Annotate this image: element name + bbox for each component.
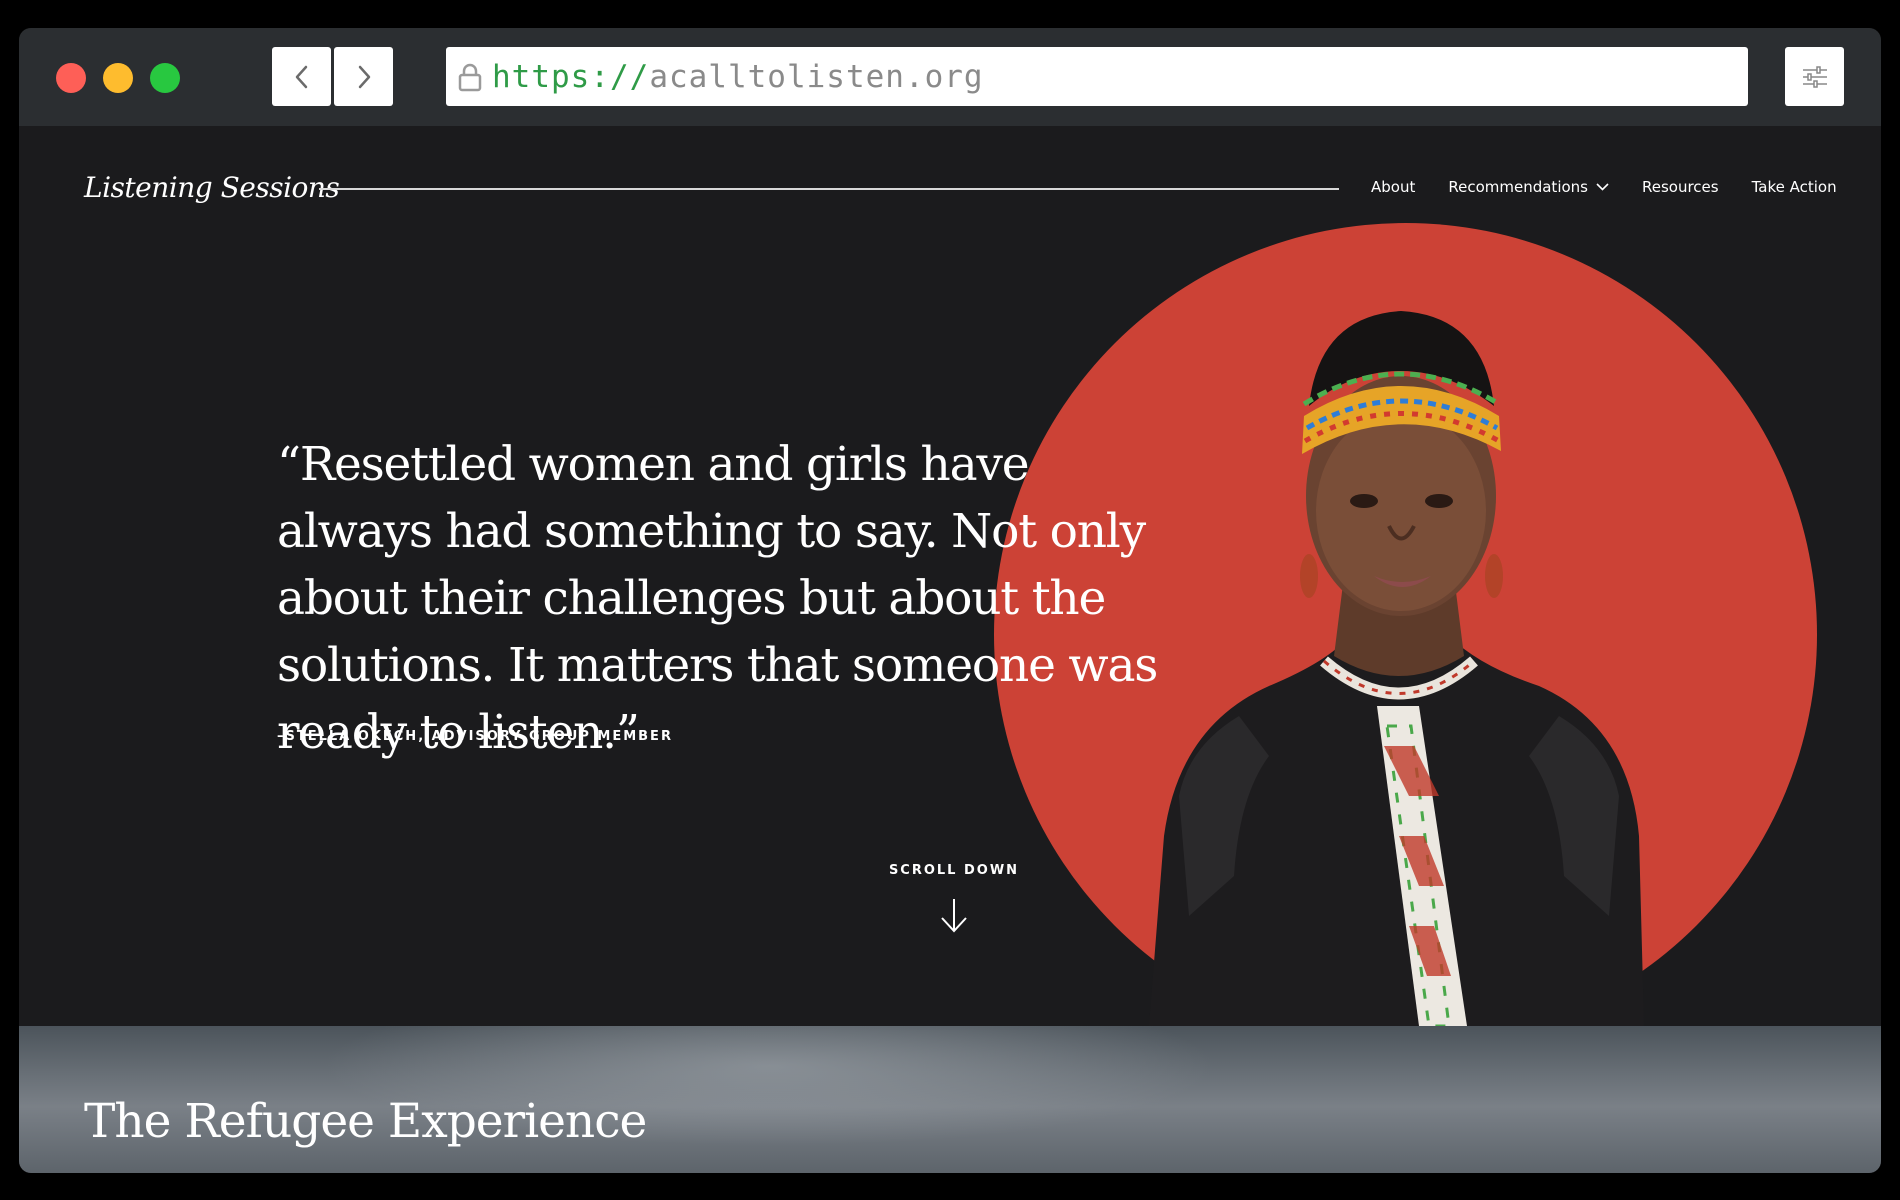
- main-nav: About Recommendations Resources Take Act…: [1371, 178, 1837, 196]
- web-page: Listening Sessions About Recommendations…: [19, 126, 1881, 1173]
- nav-item-label: Resources: [1641, 178, 1719, 196]
- quote-attribution: –STELLA OKECH, ADVISORY GROUP MEMBER: [277, 729, 673, 744]
- browser-window: https://acalltolisten.org Listening Sess…: [19, 28, 1881, 1173]
- header-divider: [319, 188, 1339, 190]
- close-window-button[interactable]: [56, 63, 86, 93]
- lock-icon: [456, 61, 484, 93]
- nav-item-recommendations[interactable]: Recommendations: [1448, 178, 1609, 196]
- minimize-window-button[interactable]: [103, 63, 133, 93]
- back-button[interactable]: [272, 47, 331, 106]
- hero-quote: “Resettled women and girls have always h…: [277, 437, 1158, 760]
- chevron-right-icon: [358, 65, 370, 88]
- portrait-image: [1149, 311, 1644, 1026]
- scroll-down-label[interactable]: SCROLL DOWN: [849, 863, 1059, 878]
- nav-item-take-action[interactable]: Take Action: [1752, 178, 1837, 196]
- address-bar[interactable]: https://acalltolisten.org: [446, 47, 1748, 106]
- section-title: The Refugee Experience: [84, 1094, 647, 1149]
- nav-item-label: Recommendations: [1448, 178, 1588, 196]
- url-host: acalltolisten.org: [649, 58, 984, 95]
- browser-toolbar: https://acalltolisten.org: [19, 28, 1881, 126]
- sliders-icon: [1802, 65, 1827, 88]
- hero-section: Listening Sessions About Recommendations…: [19, 126, 1881, 1026]
- url-scheme: https://: [492, 58, 650, 95]
- maximize-window-button[interactable]: [150, 63, 180, 93]
- nav-item-resources[interactable]: Resources: [1642, 178, 1719, 196]
- refugee-experience-section: The Refugee Experience: [19, 1026, 1881, 1173]
- arrow-down-icon[interactable]: [937, 896, 971, 936]
- nav-item-label: Take Action: [1751, 178, 1837, 196]
- site-logo[interactable]: Listening Sessions: [84, 171, 340, 204]
- nav-item-label: About: [1371, 178, 1416, 196]
- chevron-down-icon: [1596, 183, 1609, 191]
- settings-button[interactable]: [1785, 47, 1844, 106]
- nav-item-about[interactable]: About: [1371, 178, 1415, 196]
- forward-button[interactable]: [334, 47, 393, 106]
- url-text: https://acalltolisten.org: [492, 59, 984, 95]
- chevron-left-icon: [295, 65, 307, 88]
